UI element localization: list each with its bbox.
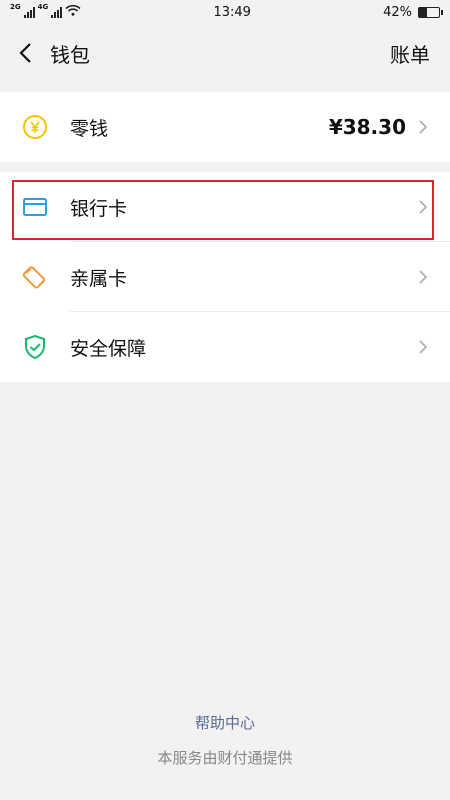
chevron-right-icon — [418, 268, 430, 286]
chevron-right-icon — [418, 198, 430, 216]
bank-card-icon — [22, 194, 48, 220]
balance-row[interactable]: 零钱 ¥38.30 — [0, 92, 450, 162]
network-2g-label: 2G — [10, 3, 21, 11]
menu-item-label: 银行卡 — [70, 197, 128, 220]
balance-amount: ¥38.30 — [328, 115, 406, 139]
nav-bar: 钱包 账单 — [0, 24, 450, 82]
signal-strength-icon-2 — [51, 6, 63, 18]
provider-text: 本服务由财付通提供 — [157, 749, 293, 767]
shield-check-icon — [22, 334, 48, 360]
menu-item-family-card[interactable]: 亲属卡 — [0, 242, 450, 312]
clock: 13:49 — [213, 4, 251, 20]
status-bar: 2G 4G 13:49 42% — [0, 0, 450, 24]
chevron-right-icon — [418, 118, 430, 136]
wifi-icon — [65, 4, 81, 20]
balance-group: 零钱 ¥38.30 — [0, 92, 450, 162]
signal-strength-icon — [23, 6, 35, 18]
network-4g-label: 4G — [37, 3, 49, 11]
help-center-link[interactable]: 帮助中心 — [195, 712, 255, 733]
family-card-icon — [22, 264, 48, 290]
bill-button[interactable]: 账单 — [390, 39, 430, 68]
chevron-right-icon — [418, 338, 430, 356]
menu-item-label: 亲属卡 — [70, 267, 128, 290]
status-right: 42% — [383, 4, 443, 20]
nav-left: 钱包 — [14, 38, 90, 68]
menu-group: 银行卡 亲属卡 安全保障 — [0, 172, 450, 382]
battery-percent: 42% — [383, 4, 412, 20]
chevron-left-icon — [19, 43, 31, 63]
balance-label: 零钱 — [70, 117, 109, 140]
back-button[interactable] — [14, 38, 36, 68]
footer: 帮助中心 本服务由财付通提供 — [0, 712, 450, 768]
battery-fill — [419, 7, 428, 17]
status-signals: 2G 4G — [10, 4, 81, 20]
page-title: 钱包 — [50, 42, 90, 67]
battery-icon — [418, 6, 443, 18]
menu-item-label: 安全保障 — [70, 337, 147, 360]
menu-item-bank-card[interactable]: 银行卡 — [0, 172, 450, 242]
menu-item-security[interactable]: 安全保障 — [0, 312, 450, 382]
yen-coin-icon — [22, 114, 48, 140]
